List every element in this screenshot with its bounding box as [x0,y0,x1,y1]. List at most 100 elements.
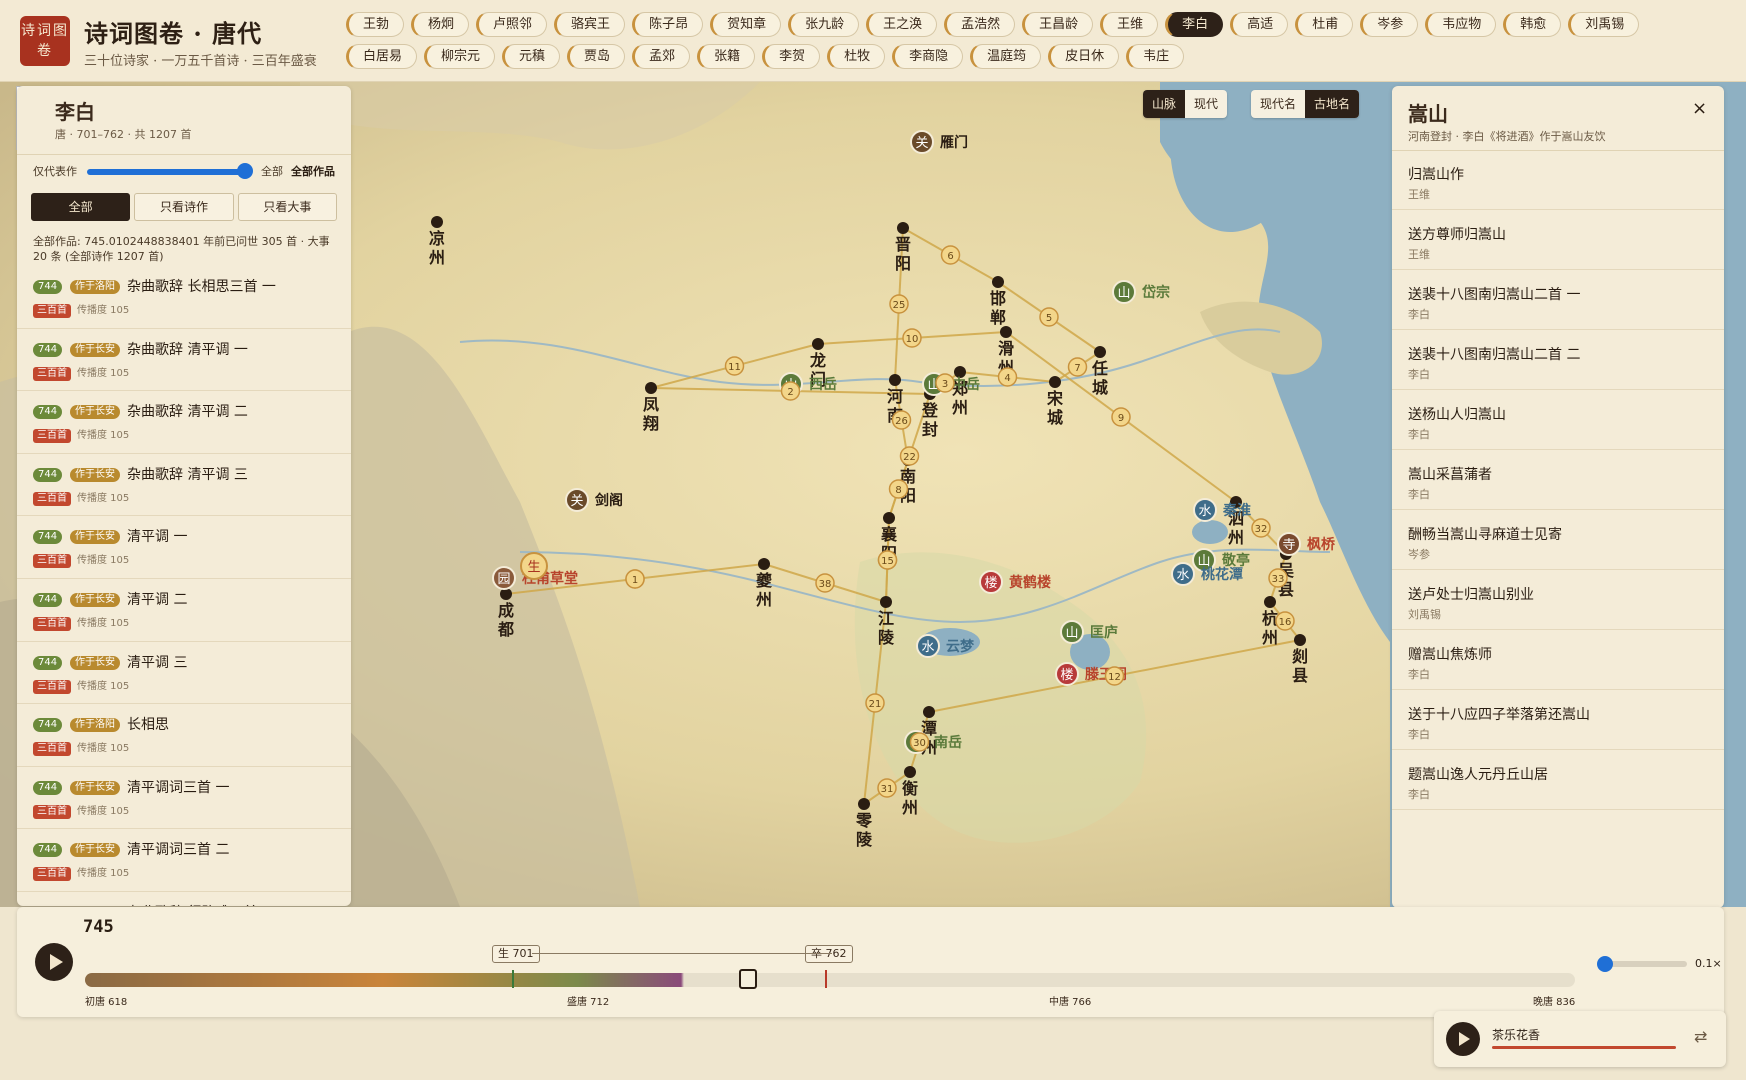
speed-slider-knob[interactable] [1597,956,1613,972]
related-poem-item[interactable]: 送卢处士归嵩山别业 刘禹锡 [1392,570,1724,630]
city-label: 登 [921,401,939,420]
poet-chip[interactable]: 杜牧 [827,44,886,69]
related-poem-item[interactable]: 题嵩山逸人元丹丘山居 李白 [1392,750,1724,810]
work-item[interactable]: 744 作于洛阳 杂曲歌辞 长相思三首 一三百首 传播度 105 [17,266,351,329]
representative-slider-track[interactable] [87,169,247,175]
poet-chip[interactable]: 王昌龄 [1022,12,1094,37]
work-item[interactable]: 744 作于长安 清平调词三首 二三百首 传播度 105 [17,829,351,892]
poet-chip[interactable]: 王勃 [346,12,405,37]
related-poem-item[interactable]: 送方尊师归嵩山 王维 [1392,210,1724,270]
related-poem-title: 赠嵩山焦炼师 [1408,647,1492,663]
poet-chip[interactable]: 王维 [1100,12,1159,37]
filter-all[interactable]: 全部 [31,193,131,221]
route-stop-number: 9 [1118,413,1124,424]
toggle-ancient-name[interactable]: 古地名 [1305,90,1360,118]
work-item[interactable]: 744 作于长安 清平调 一三百首 传播度 105 [17,516,351,579]
site-type-glyph: 关 [915,136,928,151]
poet-name: 李白 [55,100,95,124]
poet-chip[interactable]: 白居易 [346,44,418,69]
related-poem-item[interactable]: 送裴十八图南归嵩山二首 二李白 [1392,330,1724,390]
toggle-mountain[interactable]: 山脉 [1143,90,1186,118]
poet-chip[interactable]: 韦应物 [1425,12,1497,37]
music-play-icon[interactable] [1446,1022,1480,1056]
poet-chip[interactable]: 杨炯 [411,12,470,37]
city-dot[interactable] [889,374,901,386]
work-item[interactable]: 744 作于长安 杂曲歌辞 清平调 二三百首 传播度 105 [17,391,351,454]
related-poem-title: 嵩山采菖蒲者 [1408,467,1492,483]
city-dot[interactable] [645,382,657,394]
poet-chip[interactable]: 李白 [1165,12,1224,37]
city-dot[interactable] [1000,326,1012,338]
poet-chip[interactable]: 骆宾王 [554,12,626,37]
city-dot[interactable] [897,222,909,234]
work-item[interactable]: 744 作于长安 杂曲歌辞 清平调 一三百首 传播度 105 [17,329,351,392]
speed-slider-track[interactable] [1605,961,1687,967]
city-label: 江 [878,609,894,628]
city-dot[interactable] [1294,634,1306,646]
poet-chip[interactable]: 陈子昂 [632,12,704,37]
work-item[interactable]: 744作于长安杂曲歌辞 行路难三首 一 [17,892,351,906]
poet-chip[interactable]: 柳宗元 [424,44,496,69]
city-dot[interactable] [858,798,870,810]
poet-chip[interactable]: 张籍 [697,44,756,69]
city-dot[interactable] [812,338,824,350]
play-icon[interactable] [35,943,73,981]
work-item[interactable]: 744 作于长安 清平调 三三百首 传播度 105 [17,642,351,705]
city-dot[interactable] [758,558,770,570]
poet-chip[interactable]: 贺知章 [710,12,782,37]
poet-chip[interactable]: 孟浩然 [944,12,1016,37]
work-place-badge: 作于长安 [70,467,120,482]
related-poem-item[interactable]: 送于十八应四子举落第还嵩山 李白 [1392,690,1724,750]
work-item[interactable]: 744 作于洛阳 长相思 三百首 传播度 105 [17,704,351,767]
poet-chip[interactable]: 岑参 [1360,12,1419,37]
poet-chip[interactable]: 贾岛 [567,44,626,69]
city-dot[interactable] [904,766,916,778]
related-poem-item[interactable]: 归嵩山作 王维 [1392,150,1724,210]
poet-chip[interactable]: 李贺 [762,44,821,69]
close-icon[interactable]: × [1692,98,1707,119]
site-label: 枫桥 [1307,536,1336,553]
related-poem-item[interactable]: 酬畅当嵩山寻麻道士见寄 岑参 [1392,510,1724,570]
poet-chip[interactable]: 李商隐 [892,44,964,69]
filter-events[interactable]: 只看大事 [237,193,337,221]
toggle-modern[interactable]: 现代 [1185,90,1227,118]
filter-poems[interactable]: 只看诗作 [134,193,234,221]
city-dot[interactable] [1094,346,1106,358]
poet-chip[interactable]: 张九龄 [788,12,860,37]
timeline-track[interactable] [85,973,1575,987]
related-poem-item[interactable]: 送杨山人归嵩山 李白 [1392,390,1724,450]
poet-chip[interactable]: 王之涣 [866,12,938,37]
city-dot[interactable] [883,512,895,524]
poet-chip[interactable]: 高适 [1230,12,1289,37]
poet-chip[interactable]: 韦庄 [1126,44,1185,69]
related-poem-item[interactable]: 赠嵩山焦炼师 李白 [1392,630,1724,690]
poet-chip[interactable]: 温庭筠 [970,44,1042,69]
toggle-modern-name[interactable]: 现代名 [1251,90,1305,118]
shuffle-icon[interactable]: ⇄ [1694,1027,1707,1046]
city-dot[interactable] [1049,376,1061,388]
poet-chip[interactable]: 杜甫 [1295,12,1354,37]
work-item[interactable]: 744 作于长安 清平调 二三百首 传播度 105 [17,579,351,642]
poet-chip[interactable]: 韩愈 [1503,12,1562,37]
city-dot[interactable] [992,276,1004,288]
city-dot[interactable] [431,216,443,228]
poet-chip[interactable]: 元稹 [502,44,561,69]
poet-chip[interactable]: 卢照邻 [476,12,548,37]
music-progress[interactable] [1492,1046,1676,1049]
city-dot[interactable] [1264,596,1276,608]
work-title: 杂曲歌辞 行路难三首 一 [127,902,276,906]
city-label: 宋 [1046,389,1064,408]
city-dot[interactable] [923,706,935,718]
poet-chip[interactable]: 孟郊 [632,44,691,69]
representative-slider-knob[interactable] [237,163,253,179]
poet-chip[interactable]: 刘禹锡 [1568,12,1640,37]
work-item[interactable]: 744 作于长安 杂曲歌辞 清平调 三三百首 传播度 105 [17,454,351,517]
work-item[interactable]: 744 作于长安 清平调词三首 一三百首 传播度 105 [17,767,351,830]
related-poem-item[interactable]: 送裴十八图南归嵩山二首 一李白 [1392,270,1724,330]
work-tag-badge: 三百首 [33,429,71,444]
poet-chip[interactable]: 皮日休 [1048,44,1120,69]
city-dot[interactable] [880,596,892,608]
timeline-handle[interactable] [739,969,757,989]
related-poem-item[interactable]: 嵩山采菖蒲者 李白 [1392,450,1724,510]
work-tag-badge: 三百首 [33,679,71,694]
